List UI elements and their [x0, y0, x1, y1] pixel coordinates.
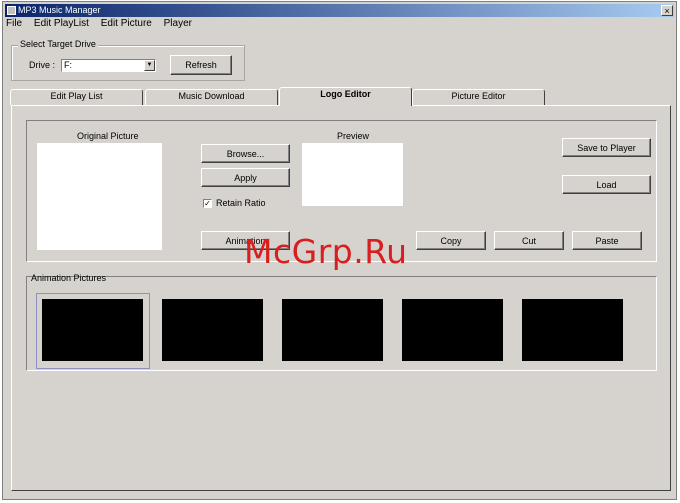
- chevron-down-icon[interactable]: ▼: [144, 60, 155, 71]
- drive-label: Drive :: [29, 60, 56, 70]
- close-button[interactable]: ×: [661, 5, 673, 16]
- logo-editor-panel: Original Picture Browse... Apply ✓ Retai…: [11, 105, 671, 491]
- animation-pictures-label: Animation Pictures: [31, 273, 107, 283]
- original-picture-canvas[interactable]: [37, 143, 162, 250]
- menu-edit-picture[interactable]: Edit Picture: [101, 18, 152, 29]
- title-bar[interactable]: MP3 Music Manager ×: [5, 4, 674, 17]
- menu-player[interactable]: Player: [164, 18, 192, 29]
- tab-music-download[interactable]: Music Download: [145, 89, 278, 105]
- apply-button[interactable]: Apply: [201, 168, 290, 187]
- menu-edit-playlist[interactable]: Edit PlayList: [34, 18, 89, 29]
- paste-button[interactable]: Paste: [572, 231, 642, 250]
- drive-select-value: F:: [64, 60, 72, 70]
- animation-frame-1[interactable]: [42, 299, 143, 361]
- close-icon: ×: [664, 6, 670, 16]
- check-icon: ✓: [204, 199, 211, 208]
- watermark-text: McGrp.Ru: [244, 232, 408, 271]
- animation-frame-3[interactable]: [282, 299, 383, 361]
- original-picture-label: Original Picture: [77, 131, 139, 141]
- copy-button[interactable]: Copy: [416, 231, 486, 250]
- preview-label: Preview: [337, 131, 370, 141]
- retain-ratio-checkbox[interactable]: ✓: [203, 199, 212, 208]
- drive-select[interactable]: F: ▼: [61, 59, 156, 72]
- preview-canvas: [302, 143, 403, 206]
- menu-file[interactable]: File: [6, 18, 22, 29]
- target-drive-group-label: Select Target Drive: [18, 39, 98, 49]
- retain-ratio-label: Retain Ratio: [216, 198, 266, 208]
- animation-frame-5[interactable]: [522, 299, 623, 361]
- menu-bar: File Edit PlayList Edit Picture Player: [6, 18, 201, 32]
- save-to-player-button[interactable]: Save to Player: [562, 138, 651, 157]
- tab-edit-play-list[interactable]: Edit Play List: [10, 89, 143, 105]
- load-button[interactable]: Load: [562, 175, 651, 194]
- animation-pictures-section: Animation Pictures: [26, 273, 657, 371]
- browse-button[interactable]: Browse...: [201, 144, 290, 163]
- cut-button[interactable]: Cut: [494, 231, 564, 250]
- refresh-button[interactable]: Refresh: [170, 55, 232, 75]
- animation-frame-2[interactable]: [162, 299, 263, 361]
- window-title: MP3 Music Manager: [18, 5, 101, 15]
- tab-picture-editor[interactable]: Picture Editor: [412, 89, 545, 105]
- target-drive-group: Select Target Drive Drive : F: ▼ Refresh: [11, 39, 245, 81]
- app-icon: [7, 6, 16, 15]
- tab-logo-editor[interactable]: Logo Editor: [279, 87, 412, 106]
- animation-frame-4[interactable]: [402, 299, 503, 361]
